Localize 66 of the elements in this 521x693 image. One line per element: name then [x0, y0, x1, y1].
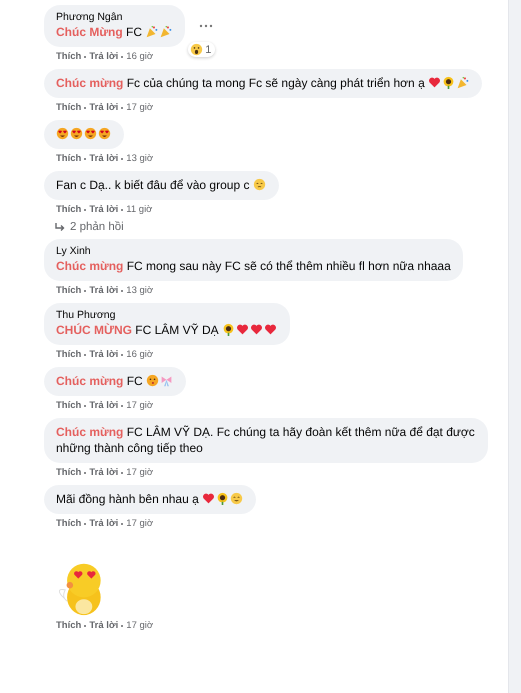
- timestamp[interactable]: 16 giờ: [126, 51, 154, 63]
- emoji-icon: [230, 492, 244, 505]
- sunflower-icon: [222, 323, 235, 336]
- reply-arrow-icon: [54, 222, 66, 232]
- heart-icon: [250, 323, 263, 336]
- like-link[interactable]: Thích: [56, 153, 82, 165]
- comment-text: Chúc Mừng FC: [56, 25, 144, 39]
- comment-text: Fan c Dạ.. k biết đâu để vào group c: [56, 178, 250, 192]
- heart-eyes-emoji-icon: [70, 127, 83, 140]
- reply-link[interactable]: Trả lời: [89, 620, 118, 632]
- more-options-icon[interactable]: [199, 24, 214, 28]
- like-link[interactable]: Thích: [56, 400, 82, 412]
- reply-link[interactable]: Trả lời: [89, 467, 118, 479]
- reply-link[interactable]: Trả lời: [89, 51, 118, 63]
- author-name[interactable]: Phương Ngân: [56, 11, 174, 24]
- party-popper-icon: [145, 25, 158, 38]
- heart-icon: [236, 323, 249, 336]
- like-link[interactable]: Thích: [56, 102, 82, 114]
- author-name[interactable]: Ly Xinh: [56, 245, 451, 258]
- party-popper-icon: [159, 25, 172, 38]
- timestamp[interactable]: 16 giờ: [126, 349, 154, 361]
- timestamp[interactable]: 17 giờ: [126, 400, 154, 412]
- like-link[interactable]: Thích: [56, 204, 82, 216]
- author-name[interactable]: Thu Phương: [56, 309, 278, 322]
- sunflower-icon: [216, 492, 230, 505]
- heart-eyes-emoji-icon: [84, 127, 97, 140]
- reply-link[interactable]: Trả lời: [89, 153, 118, 165]
- sunflower-icon: [442, 76, 456, 89]
- surprised-emoji-icon: [190, 43, 204, 56]
- emoji-icon: [146, 374, 160, 387]
- comment-text: CHÚC MỪNG FC LÂM VỸ DẠ: [56, 323, 220, 337]
- like-link[interactable]: Thích: [56, 620, 82, 632]
- heart-eyes-emoji-icon: [56, 127, 69, 140]
- reply-link[interactable]: Trả lời: [89, 518, 118, 530]
- heart-icon: [428, 76, 442, 89]
- timestamp[interactable]: 17 giờ: [126, 620, 154, 632]
- comment-text: Chúc mừng FC mong sau này FC sẽ có thể thêm nhiều fl hơn nữa nhaaa: [56, 259, 451, 273]
- heart-icon: [202, 492, 216, 505]
- reply-link[interactable]: Trả lời: [89, 285, 118, 297]
- emoji-icon: [252, 178, 266, 191]
- heart-icon: [264, 323, 277, 336]
- reply-link[interactable]: Trả lời: [89, 102, 118, 114]
- comment-text: Chúc mừng Fc của chúng ta mong Fc sẽ ngày càng phát triển hơn ạ: [56, 76, 426, 90]
- scrollbar-track[interactable]: [508, 0, 521, 693]
- reply-link[interactable]: Trả lời: [89, 204, 118, 216]
- comment-text: Chúc mừng FC LÂM VỸ DẠ. Fc chúng ta hãy đoàn kết thêm nữa để đạt được những thành công tiếp theo: [56, 425, 475, 455]
- view-replies-link[interactable]: 2 phản hồi: [44, 216, 124, 233]
- comment-text: Mãi đồng hành bên nhau ạ: [56, 492, 200, 506]
- timestamp[interactable]: 17 giờ: [126, 102, 154, 114]
- timestamp[interactable]: 13 giờ: [126, 285, 154, 297]
- reaction-count: 1: [205, 44, 212, 56]
- party-popper-icon: [456, 76, 470, 89]
- reply-link[interactable]: Trả lời: [89, 400, 118, 412]
- like-link[interactable]: Thích: [56, 467, 82, 479]
- comment-text: Chúc mừng FC: [56, 374, 144, 388]
- heart-eyes-emoji-icon: [98, 127, 111, 140]
- ribbon-icon: [160, 374, 174, 387]
- like-link[interactable]: Thích: [56, 349, 82, 361]
- timestamp[interactable]: 11 giờ: [126, 204, 152, 216]
- like-link[interactable]: Thích: [56, 518, 82, 530]
- timestamp[interactable]: 17 giờ: [126, 467, 154, 479]
- timestamp[interactable]: 17 giờ: [126, 518, 154, 530]
- reply-link[interactable]: Trả lời: [89, 349, 118, 361]
- timestamp[interactable]: 13 giờ: [126, 153, 154, 165]
- like-link[interactable]: Thích: [56, 285, 82, 297]
- like-link[interactable]: Thích: [56, 51, 82, 63]
